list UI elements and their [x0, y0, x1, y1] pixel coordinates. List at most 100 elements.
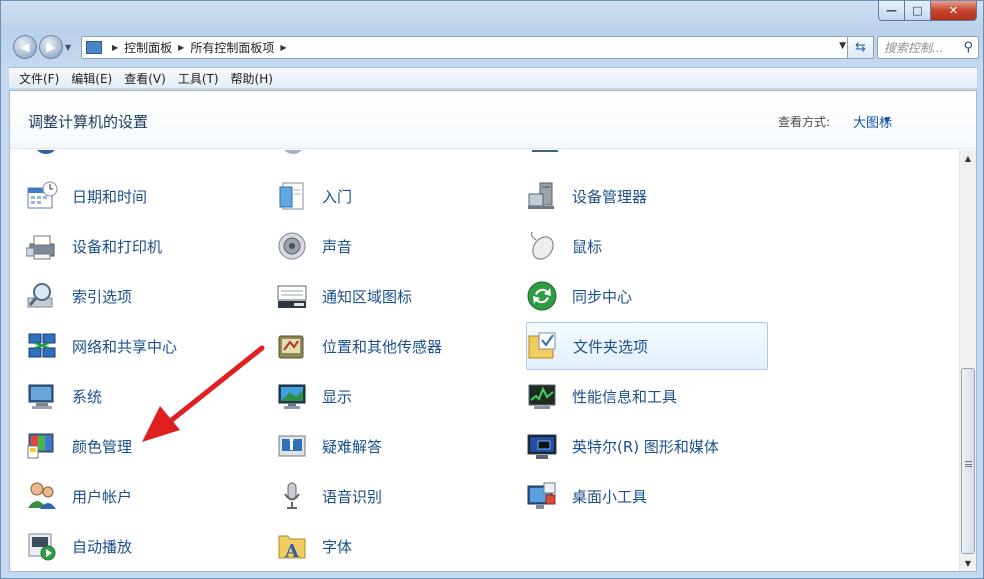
item-sound[interactable]: 声音: [260, 222, 502, 270]
item-label: 通知区域图标: [322, 287, 413, 306]
address-dropdown-icon[interactable]: ▼: [839, 41, 846, 51]
document-icon: [276, 180, 308, 212]
troubleshoot-icon: [276, 430, 308, 462]
refresh-button[interactable]: ⇆: [847, 36, 874, 59]
address-bar[interactable]: ▶ 控制面板 ▶ 所有控制面板项 ▶ ▼: [81, 36, 851, 59]
menu-tools[interactable]: 工具(T): [172, 70, 225, 87]
item-indexing-options[interactable]: 索引选项: [10, 272, 252, 320]
caret-down-icon[interactable]: ▼: [884, 116, 890, 125]
partial-row-icons: [37, 150, 558, 154]
search-input[interactable]: 搜索控制... ⚲: [877, 36, 979, 59]
computer-icon: [26, 380, 58, 412]
item-location-sensors[interactable]: 位置和其他传感器: [260, 322, 502, 370]
item-date-time[interactable]: 日期和时间: [10, 172, 252, 220]
magnifier-icon: [26, 280, 58, 312]
vertical-scrollbar[interactable]: ▲ ▼: [959, 150, 976, 571]
arrow-right-icon: ▶: [46, 40, 56, 54]
item-performance[interactable]: 性能信息和工具: [510, 372, 752, 420]
users-icon: [26, 480, 58, 512]
item-user-accounts[interactable]: 用户帐户: [10, 472, 252, 520]
menu-file[interactable]: 文件(F): [13, 70, 65, 87]
item-label: 鼠标: [572, 237, 603, 256]
item-label: 桌面小工具: [572, 487, 648, 506]
item-label: 文件夹选项: [573, 337, 649, 356]
partial-row: [10, 150, 959, 160]
speaker-icon: [276, 230, 308, 262]
item-label: 系统: [72, 387, 103, 406]
item-label: 英特尔(R) 图形和媒体: [572, 437, 719, 456]
microphone-icon: [276, 480, 308, 512]
mouse-icon: [526, 230, 558, 262]
arrow-left-icon: ◀: [20, 40, 30, 54]
printer-icon: [26, 230, 58, 262]
control-panel-items: 日期和时间 设备和打印机 索引选项 网络和共享中心 系统 颜色管理 用户帐户 自…: [10, 150, 959, 571]
scrollbar-thumb[interactable]: [961, 368, 975, 554]
item-label: 日期和时间: [72, 187, 148, 206]
content-header: 调整计算机的设置 查看方式: 大图标 ▼: [10, 91, 976, 149]
page-title: 调整计算机的设置: [28, 113, 149, 131]
recent-pages-dropdown[interactable]: ▼: [65, 43, 71, 52]
view-mode-label: 查看方式:: [777, 115, 830, 129]
menu-edit[interactable]: 编辑(E): [65, 70, 118, 87]
folder-icon: [527, 330, 559, 362]
menubar: 文件(F) 编辑(E) 查看(V) 工具(T) 帮助(H): [9, 67, 977, 89]
item-troubleshooting[interactable]: 疑难解答: [260, 422, 502, 470]
calendar-clock-icon: [26, 180, 58, 212]
item-label: 用户帐户: [72, 487, 133, 506]
breadcrumb-control-panel[interactable]: 控制面板: [124, 39, 172, 56]
refresh-icon: ⇆: [855, 40, 866, 55]
back-button[interactable]: ◀: [13, 35, 37, 59]
menu-view[interactable]: 查看(V): [118, 70, 172, 87]
control-panel-icon: [86, 41, 102, 54]
item-display[interactable]: 显示: [260, 372, 502, 420]
display-icon: [276, 380, 308, 412]
autoplay-icon: [26, 530, 58, 562]
magnifier-icon[interactable]: ⚲: [963, 40, 973, 55]
sensor-icon: [276, 330, 308, 362]
item-label: 设备管理器: [572, 187, 648, 206]
scroll-up-arrow-icon[interactable]: ▲: [960, 150, 976, 166]
item-label: 设备和打印机: [72, 237, 163, 256]
item-label: 位置和其他传感器: [322, 337, 443, 356]
item-label: 性能信息和工具: [572, 387, 678, 406]
item-autoplay[interactable]: 自动播放: [10, 522, 252, 570]
item-fonts[interactable]: A 字体: [260, 522, 502, 570]
item-label: 语音识别: [322, 487, 383, 506]
item-desktop-gadgets[interactable]: 桌面小工具: [510, 472, 752, 520]
item-color-management[interactable]: 颜色管理: [10, 422, 252, 470]
navigation-row: ◀ ▶ ▼ ▶ 控制面板 ▶ 所有控制面板项 ▶ ▼ ⇆ 搜索控制... ⚲: [9, 33, 979, 61]
item-intel-graphics[interactable]: 英特尔(R) 图形和媒体: [510, 422, 752, 470]
item-device-manager[interactable]: 设备管理器: [510, 172, 752, 220]
item-folder-options[interactable]: 文件夹选项: [526, 322, 768, 370]
sync-icon: [526, 280, 558, 312]
item-devices-printers[interactable]: 设备和打印机: [10, 222, 252, 270]
font-folder-icon: A: [276, 530, 308, 562]
chevron-right-icon[interactable]: ▶: [178, 43, 184, 52]
scroll-down-arrow-icon[interactable]: ▼: [960, 555, 976, 571]
item-network-sharing[interactable]: 网络和共享中心: [10, 322, 252, 370]
device-manager-icon: [526, 180, 558, 212]
item-speech-recognition[interactable]: 语音识别: [260, 472, 502, 520]
item-label: 网络和共享中心: [72, 337, 178, 356]
chevron-right-icon[interactable]: ▶: [280, 43, 286, 52]
item-label: 入门: [322, 187, 353, 206]
search-placeholder: 搜索控制...: [884, 41, 944, 55]
maximize-button[interactable]: □: [905, 1, 931, 21]
svg-text:A: A: [284, 541, 300, 562]
item-sync-center[interactable]: 同步中心: [510, 272, 752, 320]
close-button[interactable]: ✕: [931, 1, 977, 21]
item-label: 声音: [322, 237, 353, 256]
forward-button[interactable]: ▶: [39, 35, 63, 59]
item-system[interactable]: 系统: [10, 372, 252, 420]
breadcrumb-all-items[interactable]: 所有控制面板项: [190, 39, 274, 56]
item-label: 疑难解答: [322, 437, 383, 456]
minimize-button[interactable]: —: [878, 1, 905, 21]
item-label: 字体: [322, 537, 353, 556]
item-label: 同步中心: [572, 287, 633, 306]
item-notification-icons[interactable]: 通知区域图标: [260, 272, 502, 320]
item-getting-started[interactable]: 入门: [260, 172, 502, 220]
gadgets-icon: [526, 480, 558, 512]
item-mouse[interactable]: 鼠标: [510, 222, 752, 270]
menu-help[interactable]: 帮助(H): [225, 70, 279, 87]
chevron-right-icon[interactable]: ▶: [112, 43, 118, 52]
